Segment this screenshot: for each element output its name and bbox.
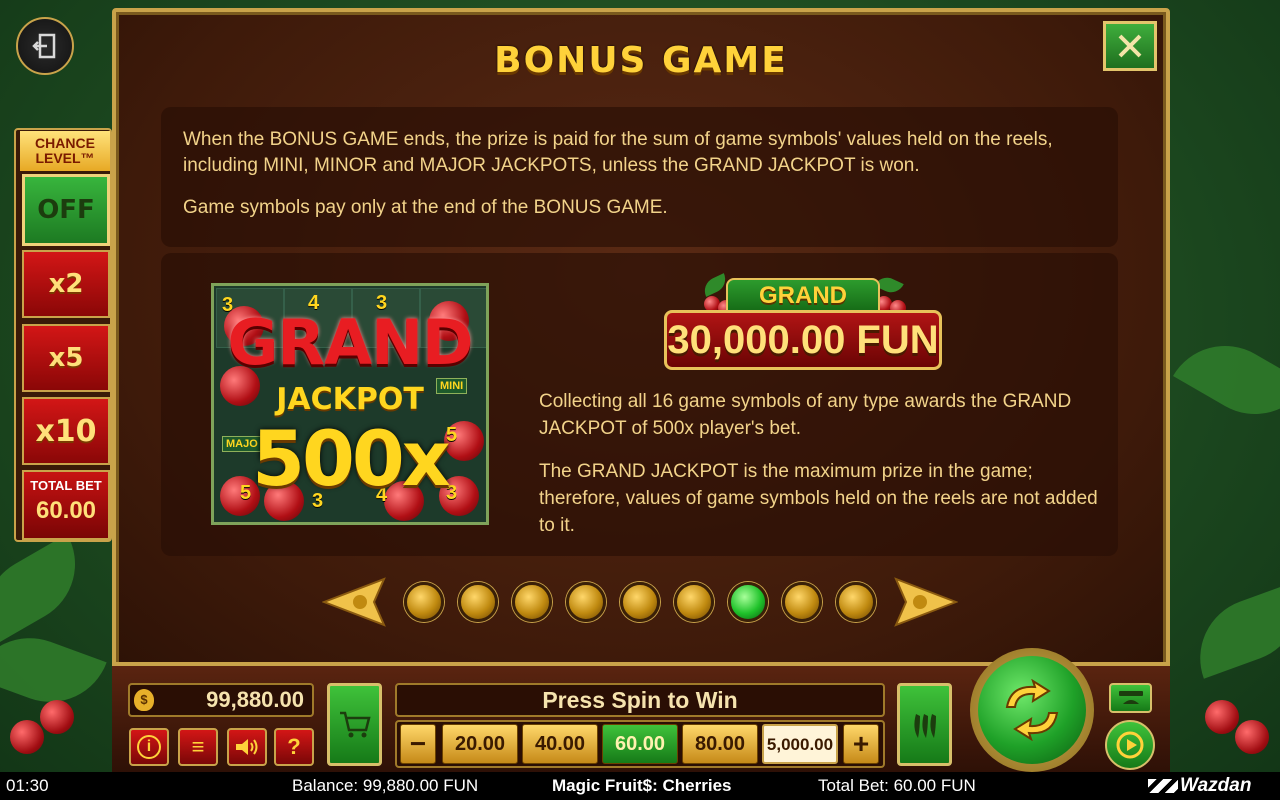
- page-dot-5[interactable]: [620, 582, 660, 622]
- page-dot-2[interactable]: [458, 582, 498, 622]
- chance-x10-button[interactable]: x10: [22, 397, 110, 465]
- money-bag-icon: $: [134, 689, 154, 711]
- page-dot-8[interactable]: [782, 582, 822, 622]
- page-dot-1[interactable]: [404, 582, 444, 622]
- info-button[interactable]: i: [129, 728, 169, 766]
- bet-plus-button[interactable]: +: [843, 724, 879, 764]
- jackpot-description: The GRAND JACKPOT is the maximum prize i…: [539, 461, 1098, 536]
- wazdan-logo-icon: [1148, 778, 1178, 793]
- hot-feature-button[interactable]: [897, 683, 952, 766]
- cherry-decoration: [1205, 700, 1239, 734]
- page-dot-3[interactable]: [512, 582, 552, 622]
- close-x-icon: [1118, 34, 1142, 58]
- game-name: Magic Fruit$: Cherries: [552, 776, 732, 795]
- page-dot-4[interactable]: [566, 582, 606, 622]
- arrow-right-icon: [894, 577, 959, 627]
- prev-page-button[interactable]: [321, 577, 386, 627]
- arrow-left-icon: [321, 577, 386, 627]
- balance-display: 99,880.00: [128, 683, 314, 717]
- jackpot-description: Collecting all 16 game symbols of any ty…: [539, 391, 1072, 439]
- total-bet-label: TOTAL BET: [30, 478, 102, 493]
- grand-plaque-label: GRAND: [726, 278, 880, 314]
- chance-total-bet: TOTAL BET 60.00: [22, 470, 110, 540]
- cherry-decoration: [10, 720, 44, 754]
- page-dot-7-active[interactable]: [728, 582, 768, 622]
- chance-x2-button[interactable]: x2: [22, 250, 110, 318]
- leaf-decoration: [1173, 324, 1280, 436]
- bet-option[interactable]: 40.00: [522, 724, 598, 764]
- brand-logo: Wazdan: [1148, 772, 1251, 800]
- rules-text-box: When the BONUS GAME ends, the prize is p…: [161, 107, 1118, 247]
- bet-minus-button[interactable]: −: [400, 724, 436, 764]
- total-bet-value: 60.00: [35, 497, 97, 524]
- turbo-button[interactable]: [1109, 683, 1152, 713]
- autoplay-button[interactable]: [1105, 720, 1155, 770]
- cherry-decoration: [40, 700, 74, 734]
- chili-pepper-icon: [913, 713, 936, 738]
- chance-x5-button[interactable]: x5: [22, 324, 110, 392]
- status-bar: 01:30 Balance: 99,880.00 FUN Magic Fruit…: [0, 772, 1280, 800]
- spin-arrows-icon: [1005, 679, 1059, 741]
- page-dot-9[interactable]: [836, 582, 876, 622]
- clock: 01:30: [6, 776, 49, 795]
- exit-door-icon: [32, 33, 56, 59]
- buy-feature-button[interactable]: [327, 683, 382, 766]
- exit-button[interactable]: [16, 17, 74, 75]
- bet-option-max[interactable]: 5,000.00: [762, 724, 838, 764]
- menu-icon: ≡: [191, 734, 205, 759]
- jackpot-word-text: JACKPOT: [276, 382, 424, 417]
- jackpot-grand-text: GRAND: [227, 306, 474, 379]
- status-balance: Balance: 99,880.00 FUN: [292, 776, 479, 795]
- bet-option[interactable]: 80.00: [682, 724, 758, 764]
- rules-paragraph: When the BONUS GAME ends, the prize is p…: [183, 129, 1053, 176]
- bet-option-selected[interactable]: 60.00: [602, 724, 678, 764]
- shopping-cart-icon: [339, 711, 371, 737]
- menu-button[interactable]: ≡: [178, 728, 218, 766]
- sound-button[interactable]: [227, 728, 267, 766]
- grand-jackpot-plaque: GRAND 30,000.00 FUN: [664, 273, 942, 370]
- speaker-icon: [236, 739, 258, 755]
- bet-option[interactable]: 20.00: [442, 724, 518, 764]
- spin-button[interactable]: [970, 638, 1094, 772]
- autoplay-icon: [1116, 731, 1144, 759]
- chance-off-button[interactable]: OFF: [22, 174, 110, 246]
- help-button[interactable]: ?: [274, 728, 314, 766]
- status-total-bet: Total Bet: 60.00 FUN: [818, 776, 976, 795]
- grand-jackpot-image: MINI MAJO 3 5 5 3 4 3 3 4 GRAND JACKPOT …: [211, 283, 489, 525]
- chance-level-title: CHANCE LEVEL™: [20, 131, 110, 171]
- next-page-button[interactable]: [894, 577, 959, 627]
- rules-paragraph: Game symbols pay only at the end of the …: [183, 197, 668, 218]
- leaf-decoration: [0, 534, 97, 646]
- info-icon: i: [137, 735, 161, 759]
- message-bar: Press Spin to Win: [395, 683, 885, 717]
- page-dot-6[interactable]: [674, 582, 714, 622]
- brand-name: Wazdan: [1180, 775, 1252, 796]
- turbo-icon: [1118, 691, 1143, 704]
- leaf-decoration: [1183, 581, 1280, 679]
- grand-plaque-amount: 30,000.00 FUN: [664, 310, 942, 370]
- close-button[interactable]: [1103, 21, 1157, 71]
- help-icon: ?: [287, 734, 301, 759]
- cherry-decoration: [1235, 720, 1269, 754]
- page-title: BONUS GAME: [494, 40, 788, 81]
- jackpot-multiplier-text: 500x: [252, 414, 451, 503]
